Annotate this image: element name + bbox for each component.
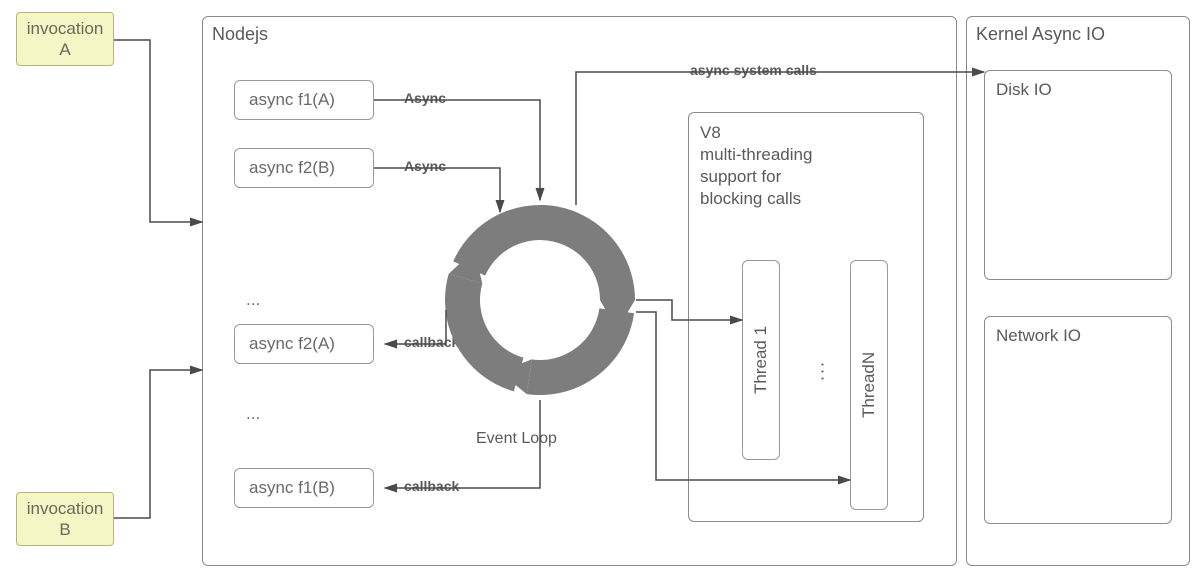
kernel-title: Kernel Async IO (976, 24, 1105, 45)
fn-f2a-label: async f2(A) (249, 334, 335, 354)
v8-caption: V8 multi-threading support for blocking … (700, 122, 910, 210)
thread-1-label: Thread 1 (743, 261, 779, 459)
invocation-b-text: invocation B (27, 498, 104, 541)
thread-1-box: Thread 1 (742, 260, 780, 460)
edge-async1: Async (404, 90, 446, 106)
network-io-label: Network IO (996, 326, 1081, 346)
disk-io-box (984, 70, 1172, 280)
event-loop-label: Event Loop (476, 430, 557, 448)
thread-ellipsis: ... (806, 340, 830, 400)
fn-f2a-box: async f2(A) (234, 324, 374, 364)
edge-async2: Async (404, 158, 446, 174)
edge-syscalls: async system calls (690, 62, 817, 78)
fn-f1a-box: async f1(A) (234, 80, 374, 120)
fn-f2b-box: async f2(B) (234, 148, 374, 188)
nodejs-title: Nodejs (212, 24, 268, 45)
invocation-b-box: invocation B (16, 492, 114, 546)
edge-cb1: callback (404, 334, 459, 350)
fn-f1b-box: async f1(B) (234, 468, 374, 508)
invocation-a-text: invocation A (27, 18, 104, 61)
ellipsis-bottom: ... (246, 404, 260, 424)
thread-n-label: ThreadN (851, 261, 887, 509)
network-io-box (984, 316, 1172, 524)
edge-cb2: callback (404, 478, 459, 494)
thread-n-box: ThreadN (850, 260, 888, 510)
disk-io-label: Disk IO (996, 80, 1052, 100)
fn-f1b-label: async f1(B) (249, 478, 335, 498)
ellipsis-top: ... (246, 290, 260, 310)
fn-f2b-label: async f2(B) (249, 158, 335, 178)
fn-f1a-label: async f1(A) (249, 90, 335, 110)
invocation-a-box: invocation A (16, 12, 114, 66)
